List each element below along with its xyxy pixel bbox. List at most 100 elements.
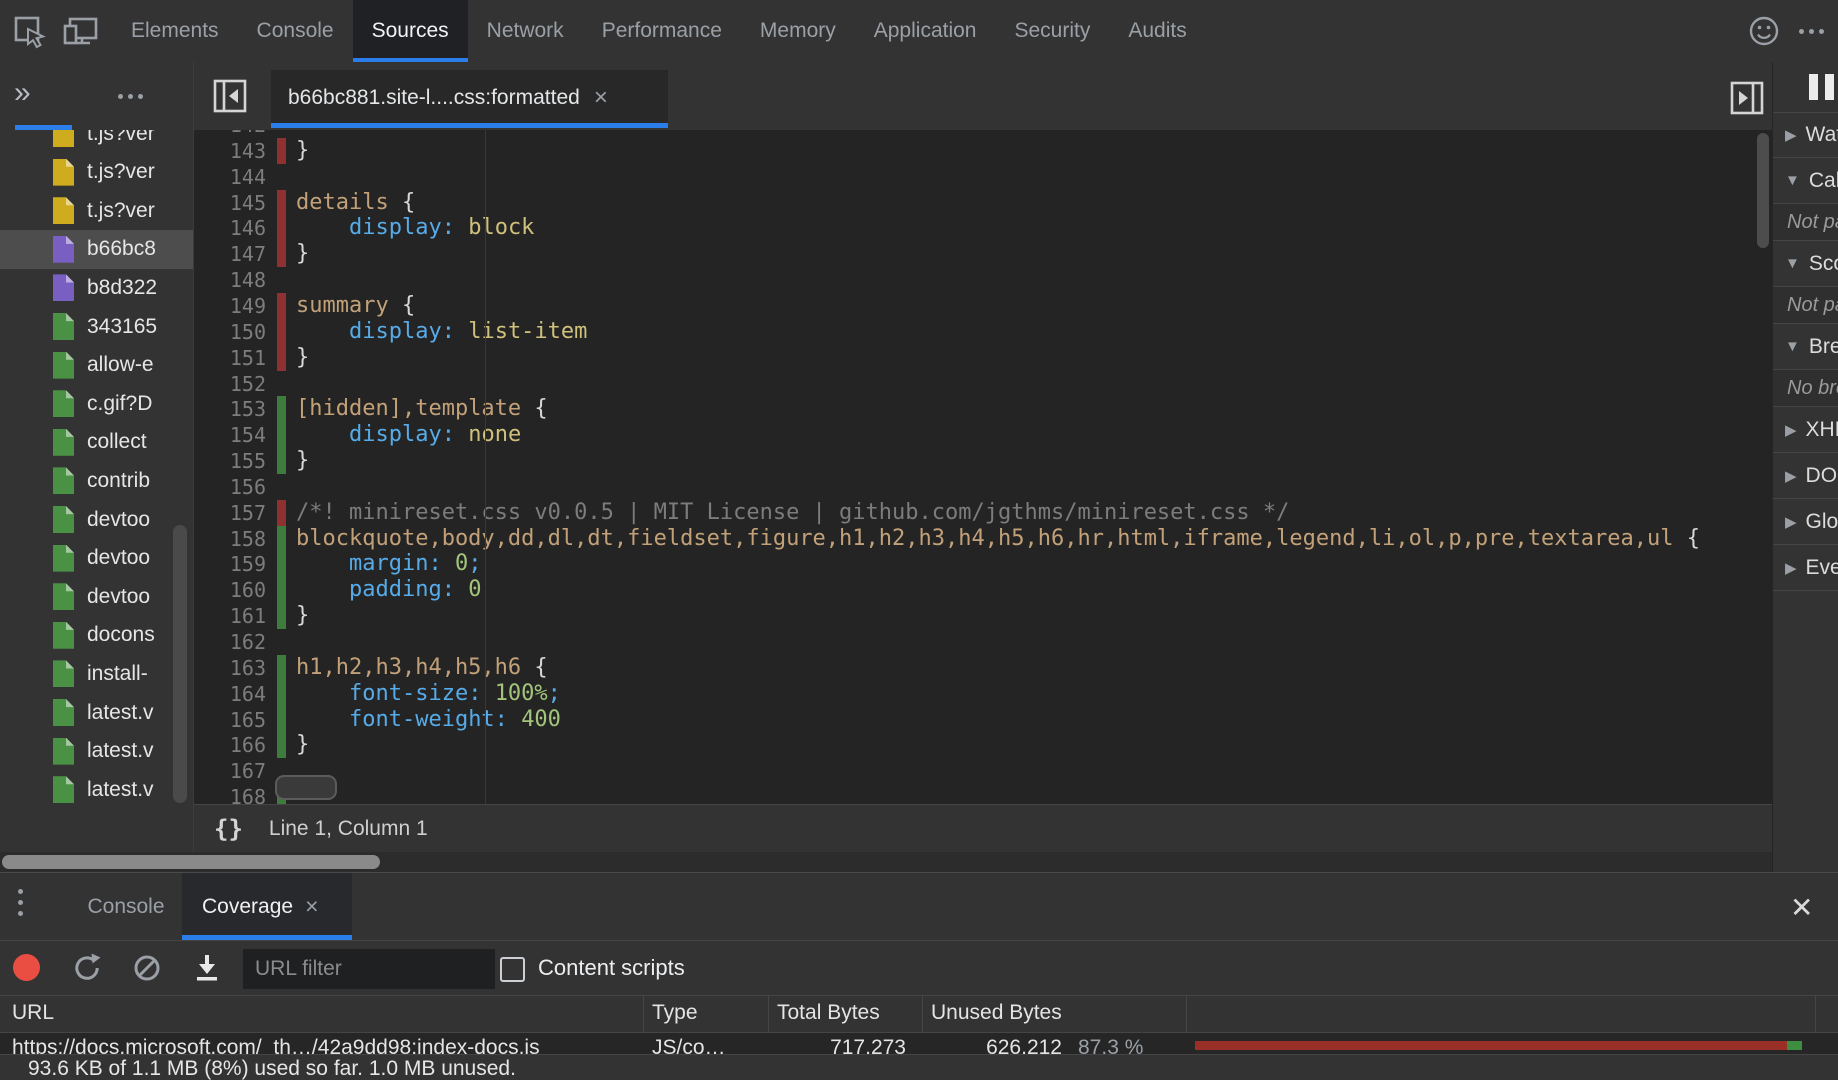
navigator-file[interactable]: b8d322 <box>0 268 193 307</box>
code-editor[interactable]: 142143}144145details {146 display: block… <box>193 130 1773 804</box>
url-filter-input[interactable] <box>243 949 495 989</box>
code-line[interactable]: 145details { <box>194 190 1773 216</box>
navigator-file[interactable]: install- <box>0 654 193 693</box>
column-unused-bytes[interactable]: Unused Bytes <box>931 1001 1062 1025</box>
panel-hscrollbar-thumb[interactable] <box>2 855 380 869</box>
code-line[interactable]: 155} <box>194 448 1773 474</box>
main-menu-icon[interactable] <box>1799 29 1824 34</box>
debugger-section-watch[interactable]: ▶Watch <box>1773 112 1838 158</box>
navigator-file[interactable]: t.js?ver <box>0 153 193 192</box>
code-line[interactable]: 162 <box>194 629 1773 655</box>
drawer-close-icon[interactable]: ✕ <box>1790 891 1813 924</box>
code-line[interactable]: 166} <box>194 732 1773 758</box>
tab-elements[interactable]: Elements <box>112 0 238 62</box>
navigator-file[interactable]: latest.v <box>0 732 193 771</box>
pause-script-icon[interactable] <box>1809 74 1834 100</box>
chevron-down-icon[interactable]: ▼ <box>1785 338 1800 355</box>
drawer-tab-coverage[interactable]: Coverage × <box>182 873 352 940</box>
navigator-more-tabs-icon[interactable] <box>118 94 143 99</box>
chevron-right-icon[interactable]: ▶ <box>1785 513 1797 531</box>
code-line[interactable]: 143} <box>194 138 1773 164</box>
content-scripts-checkbox[interactable] <box>500 957 525 982</box>
code-line[interactable]: 163h1,h2,h3,h4,h5,h6 { <box>194 655 1773 681</box>
export-download-icon[interactable] <box>192 953 222 983</box>
code-line[interactable]: 158blockquote,body,dd,dl,dt,fieldset,fig… <box>194 526 1773 552</box>
code-line[interactable]: 161} <box>194 603 1773 629</box>
show-right-panel-icon[interactable] <box>1729 80 1765 116</box>
navigator-file[interactable]: b66bc8 <box>0 230 193 269</box>
code-line[interactable]: 149summary { <box>194 293 1773 319</box>
chevron-right-icon[interactable]: ▶ <box>1785 126 1797 144</box>
editor-file-tab[interactable]: b66bc881.site-l....css:formatted × <box>271 70 668 125</box>
tab-performance[interactable]: Performance <box>583 0 741 62</box>
column-total-bytes[interactable]: Total Bytes <box>777 1001 880 1025</box>
code-line[interactable]: 164 font-size: 100%; <box>194 681 1773 707</box>
navigator-file[interactable]: devtoo <box>0 577 193 616</box>
device-toolbar-icon[interactable] <box>62 12 100 50</box>
code-line[interactable]: 150 display: list-item <box>194 319 1773 345</box>
debugger-section-xhr-fetch-breakpoints[interactable]: ▶XHR/fetch Breakpoints <box>1773 407 1838 453</box>
navigator-file[interactable]: latest.v <box>0 770 193 809</box>
editor-sidebar-divider[interactable] <box>1772 62 1773 872</box>
code-line[interactable]: 146 display: block <box>194 215 1773 241</box>
tab-audits[interactable]: Audits <box>1109 0 1205 62</box>
navigator-file[interactable]: collect <box>0 423 193 462</box>
debugger-section-scope[interactable]: ▼Scope <box>1773 241 1838 287</box>
navigator-file[interactable]: t.js?ver <box>0 130 193 153</box>
code-line[interactable]: 156 <box>194 474 1773 500</box>
code-line[interactable]: 168 <box>194 784 1773 804</box>
navigator-file[interactable]: contrib <box>0 461 193 500</box>
code-line[interactable]: 167 <box>194 758 1773 784</box>
chevron-down-icon[interactable]: ▼ <box>1785 255 1800 272</box>
code-line[interactable]: 159 margin: 0; <box>194 551 1773 577</box>
debugger-section-dom-breakpoints[interactable]: ▶DOM Breakpoints <box>1773 453 1838 499</box>
editor-vscrollbar-thumb[interactable] <box>1757 133 1769 248</box>
code-line[interactable]: 157/*! minireset.css v0.0.5 | MIT Licens… <box>194 500 1773 526</box>
navigator-file[interactable]: latest.v <box>0 693 193 732</box>
drawer-menu-icon[interactable] <box>18 889 23 916</box>
feedback-smiley-icon[interactable] <box>1745 12 1783 50</box>
code-line[interactable]: 165 font-weight: 400 <box>194 707 1773 733</box>
tab-security[interactable]: Security <box>995 0 1109 62</box>
chevron-down-icon[interactable]: ▼ <box>1785 172 1800 189</box>
navigator-file[interactable]: c.gif?D <box>0 384 193 423</box>
code-line[interactable]: 148 <box>194 267 1773 293</box>
navigator-scrollbar-thumb[interactable] <box>173 525 187 803</box>
navigator-file[interactable]: docons <box>0 616 193 655</box>
file-tab-close-icon[interactable]: × <box>594 88 608 108</box>
code-line[interactable]: 160 padding: 0 <box>194 577 1773 603</box>
chevron-right-icon[interactable]: ▶ <box>1785 421 1797 439</box>
code-line[interactable]: 152 <box>194 371 1773 397</box>
code-line[interactable]: 144 <box>194 164 1773 190</box>
debugger-section-breakpoints[interactable]: ▼Breakpoints <box>1773 324 1838 370</box>
chevron-right-icon[interactable]: ▶ <box>1785 559 1797 577</box>
coverage-tab-close-icon[interactable]: × <box>305 893 318 920</box>
drawer-tab-console[interactable]: Console <box>70 873 182 940</box>
pretty-print-icon[interactable]: {} <box>214 815 243 843</box>
navigator-collapsed-tabs-icon[interactable]: » <box>14 76 31 110</box>
tab-application[interactable]: Application <box>855 0 996 62</box>
tab-network[interactable]: Network <box>468 0 583 62</box>
code-line[interactable]: 153[hidden],template { <box>194 396 1773 422</box>
code-line[interactable]: 147} <box>194 241 1773 267</box>
code-line[interactable]: 154 display: none <box>194 422 1773 448</box>
debugger-section-call-stack[interactable]: ▼Call Stack <box>1773 158 1838 204</box>
hide-navigator-icon[interactable] <box>212 78 248 114</box>
tab-console[interactable]: Console <box>238 0 353 62</box>
navigator-file[interactable]: t.js?ver <box>0 191 193 230</box>
code-line[interactable]: 142 <box>194 130 1773 138</box>
inspect-element-icon[interactable] <box>10 12 48 50</box>
debugger-section-global-listeners[interactable]: ▶Global Listeners <box>1773 499 1838 545</box>
debugger-section-event-listener-breakpoints[interactable]: ▶Event Listener Breakpoints <box>1773 545 1838 591</box>
column-type[interactable]: Type <box>652 1001 698 1025</box>
tab-memory[interactable]: Memory <box>741 0 855 62</box>
navigator-file[interactable]: devtoo <box>0 500 193 539</box>
chevron-right-icon[interactable]: ▶ <box>1785 467 1797 485</box>
code-line[interactable]: 151} <box>194 345 1773 371</box>
record-coverage-button[interactable] <box>13 954 40 981</box>
editor-hscrollbar-thumb[interactable] <box>275 775 337 800</box>
navigator-file[interactable]: allow-e <box>0 346 193 385</box>
reload-icon[interactable] <box>72 953 102 983</box>
column-url[interactable]: URL <box>12 1001 54 1025</box>
clear-icon[interactable] <box>132 953 162 983</box>
